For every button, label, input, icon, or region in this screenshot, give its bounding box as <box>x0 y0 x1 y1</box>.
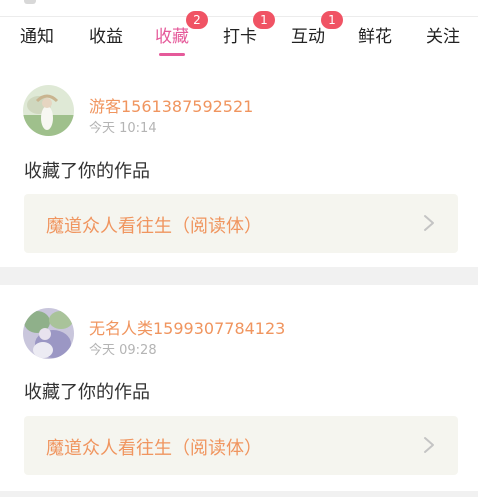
tab-notify[interactable]: 通知 <box>2 18 72 64</box>
card-divider <box>0 491 478 497</box>
card-divider <box>0 267 478 285</box>
tab-label: 鲜花 <box>358 27 392 47</box>
tab-checkin[interactable]: 打卡 1 <box>205 11 275 64</box>
chevron-right-icon <box>424 215 434 231</box>
timestamp: 今天 10:14 <box>89 121 157 136</box>
avatar[interactable] <box>23 308 74 359</box>
tab-label: 收藏 <box>155 27 189 47</box>
tab-label: 关注 <box>426 27 460 47</box>
tab-label: 通知 <box>20 27 54 47</box>
top-edge <box>0 0 478 17</box>
username[interactable]: 游客1561387592521 <box>89 93 253 117</box>
timestamp: 今天 09:28 <box>89 343 157 358</box>
action-text: 收藏了你的作品 <box>24 382 150 403</box>
notification-card: 无名人类1599307784123 今天 09:28 收藏了你的作品 魔道众人看… <box>0 285 478 491</box>
avatar[interactable] <box>23 85 74 136</box>
tab-badge: 1 <box>253 11 275 29</box>
work-title: 魔道众人看往生（阅读体） <box>46 438 262 459</box>
tab-label: 打卡 <box>223 27 257 47</box>
tab-label: 互动 <box>291 27 325 47</box>
tab-interaction[interactable]: 互动 1 <box>273 11 343 64</box>
username[interactable]: 无名人类1599307784123 <box>89 315 285 339</box>
action-text: 收藏了你的作品 <box>24 161 150 182</box>
chevron-right-icon <box>424 437 434 453</box>
tab-favorites[interactable]: 收藏 2 <box>137 11 208 64</box>
tab-bar: 通知 收益 收藏 2 打卡 1 互动 1 鲜花 关注 <box>0 11 478 64</box>
notification-card: 游客1561387592521 今天 10:14 收藏了你的作品 魔道众人看往生… <box>0 64 478 267</box>
work-link[interactable]: 魔道众人看往生（阅读体） <box>24 416 458 475</box>
active-tab-indicator <box>159 53 185 56</box>
tab-earnings[interactable]: 收益 <box>71 18 141 64</box>
work-link[interactable]: 魔道众人看往生（阅读体） <box>24 194 458 253</box>
tab-label: 收益 <box>89 27 123 47</box>
tab-follow[interactable]: 关注 <box>408 18 478 64</box>
status-sliver <box>24 0 36 4</box>
work-title: 魔道众人看往生（阅读体） <box>46 216 262 237</box>
tab-flowers[interactable]: 鲜花 <box>340 18 410 64</box>
